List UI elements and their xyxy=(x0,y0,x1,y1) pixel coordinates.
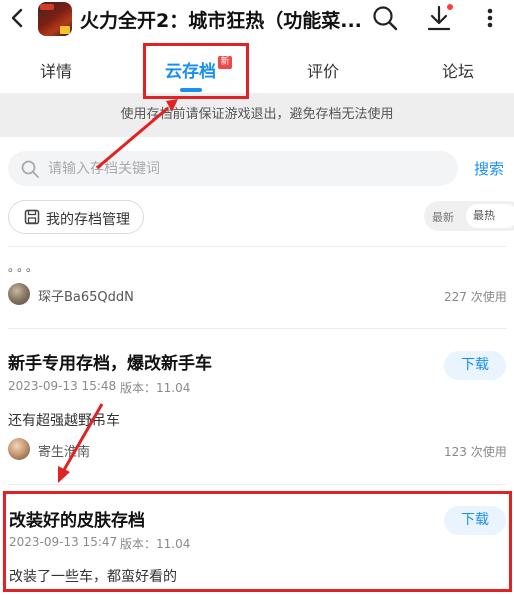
sort-hottest[interactable]: 最热 xyxy=(466,204,514,228)
sort-newest[interactable]: 最新 xyxy=(432,209,454,225)
save-disk-icon xyxy=(24,209,40,225)
highlight-box-tab xyxy=(143,43,249,99)
avatar[interactable] xyxy=(8,438,30,460)
tab-bar: 详情 云存档 新 评价 论坛 xyxy=(0,40,514,92)
search-input[interactable] xyxy=(48,151,448,186)
tab-forum[interactable]: 论坛 xyxy=(442,58,474,82)
entry-description: 还有超强越野吊车 xyxy=(8,413,120,429)
highlight-box-entry xyxy=(3,491,512,592)
arrow-to-entry-head xyxy=(58,466,70,483)
my-saves-label: 我的存档管理 xyxy=(46,212,130,228)
entry-author[interactable]: 寄生淮南 xyxy=(38,441,90,460)
app-icon xyxy=(38,2,72,36)
app-title: 火力全开2：城市狂热（功能菜... xyxy=(80,10,362,32)
more-icon[interactable] xyxy=(478,3,502,33)
search-button[interactable]: 搜索 xyxy=(474,158,504,179)
save-notice: 使用存档前请保证游戏退出，避免存档无法使用 xyxy=(0,93,514,137)
tab-details[interactable]: 详情 xyxy=(40,58,72,82)
divider xyxy=(8,328,506,329)
entry-author[interactable]: 琛子Ba65QddN xyxy=(38,286,134,305)
search-glass-icon xyxy=(21,160,39,178)
entry-title[interactable]: 新手专用存档，爆改新手车 xyxy=(8,349,212,374)
entry-date: 2023-09-13 15:48 xyxy=(8,379,117,393)
entry-usage: 227 次使用 xyxy=(444,290,507,304)
divider xyxy=(8,246,506,247)
divider xyxy=(8,484,506,485)
download-button[interactable]: 下载 xyxy=(444,351,506,380)
back-arrow-icon[interactable] xyxy=(4,4,32,32)
search-icon[interactable] xyxy=(370,3,400,33)
tab-reviews[interactable]: 评价 xyxy=(307,58,339,82)
notification-dot xyxy=(447,4,453,10)
search-box xyxy=(8,151,458,186)
entry-title: 。。。 xyxy=(8,260,42,274)
avatar[interactable] xyxy=(8,283,30,305)
app-header: 火力全开2：城市狂热（功能菜... xyxy=(0,0,514,38)
entry-version: 版本：11.04 xyxy=(120,381,191,395)
my-saves-button[interactable]: 我的存档管理 xyxy=(8,200,144,234)
entry-usage: 123 次使用 xyxy=(444,445,507,459)
sort-toggle: 最新 最热 xyxy=(424,201,514,231)
